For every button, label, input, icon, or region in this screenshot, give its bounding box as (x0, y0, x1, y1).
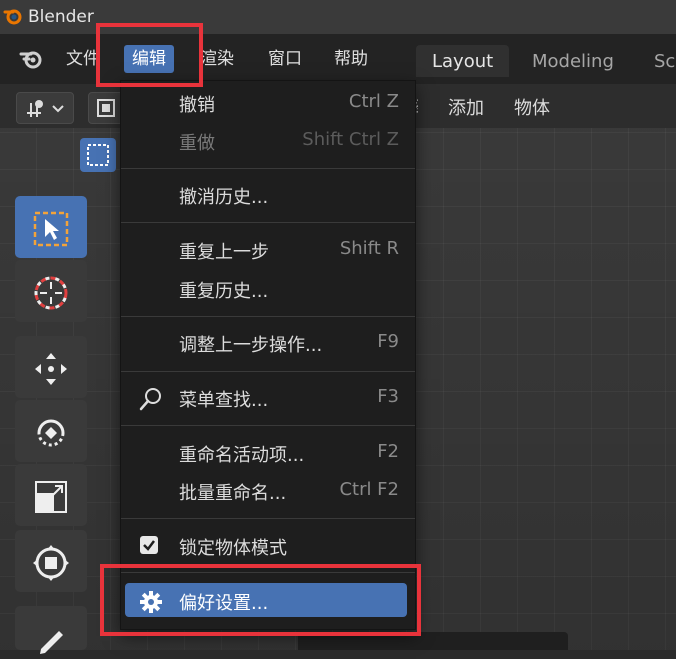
blender-logo-icon[interactable] (18, 45, 46, 73)
menu-item-label: 调整上一步操作... (179, 335, 323, 356)
menu-separator (121, 316, 415, 317)
tab-layout[interactable]: Layout (416, 45, 510, 77)
menu-item-label: 重做 (179, 133, 215, 154)
menu-item-menu-search[interactable]: 菜单查找... F3 (121, 380, 415, 414)
checkbox-checked-icon[interactable] (139, 535, 159, 555)
menu-item-shortcut: F2 (377, 441, 399, 462)
search-icon (139, 388, 161, 411)
scale-icon (35, 481, 67, 513)
menu-help[interactable]: 帮助 (326, 45, 376, 73)
menu-item-repeat-history[interactable]: 重复历史... (121, 271, 415, 305)
select-box-icon (87, 144, 109, 166)
menu-item-lock-object-modes[interactable]: 锁定物体模式 (121, 528, 415, 562)
tab-modeling[interactable]: Modeling (516, 45, 630, 77)
tool-annotate[interactable] (15, 606, 87, 654)
transform-icon (33, 545, 69, 581)
menu-item-shortcut: Ctrl Z (348, 91, 399, 112)
select-box-tool-icon (33, 211, 69, 247)
tool-cursor[interactable] (15, 260, 87, 322)
menu-item-redo[interactable]: 重做 Shift Ctrl Z (121, 123, 415, 157)
menu-separator (121, 222, 415, 223)
menu-item-label: 菜单查找... (179, 390, 269, 411)
transform-orientation-icon (27, 100, 64, 117)
highlight-box-edit-menu (96, 23, 203, 87)
tool-select-box[interactable] (15, 196, 87, 258)
rotate-icon (37, 419, 65, 447)
menu-separator (121, 168, 415, 169)
menu-separator (121, 371, 415, 372)
menu-item-shortcut: F9 (377, 331, 399, 352)
menu-item-label: 锁定物体模式 (179, 538, 287, 559)
menu-item-undo-history[interactable]: 撤消历史... (121, 177, 415, 211)
menu-item-label: 重复上一步 (179, 242, 269, 263)
menu-item-batch-rename[interactable]: 批量重命名... Ctrl F2 (121, 473, 415, 507)
menu-item-label: 重复历史... (179, 281, 269, 302)
menu-item-repeat-last[interactable]: 重复上一步 Shift R (121, 232, 415, 266)
mode-selector[interactable] (16, 92, 74, 124)
3d-cursor-icon (34, 276, 68, 310)
highlight-box-preferences (100, 564, 421, 636)
tool-move[interactable] (15, 336, 87, 398)
menu-item-shortcut: F3 (377, 386, 399, 407)
move-icon (35, 353, 67, 385)
menu-item-label: 撤消历史... (179, 187, 269, 208)
menu-item-rename-active[interactable]: 重命名活动项... F2 (121, 435, 415, 469)
menu-window[interactable]: 窗口 (260, 45, 310, 73)
menu-separator (121, 518, 415, 519)
pivot-icon (97, 99, 115, 117)
viewport-menu-add[interactable]: 添加 (448, 94, 484, 120)
transform-pivot-button[interactable] (88, 92, 124, 124)
menu-item-label: 批量重命名... (179, 483, 287, 504)
blender-logo-icon (3, 9, 22, 25)
tool-transform[interactable] (15, 530, 87, 592)
menu-item-shortcut: Ctrl F2 (339, 479, 399, 500)
pencil-icon (40, 631, 63, 654)
tool-rotate[interactable] (15, 400, 87, 462)
menu-item-shortcut: Shift Ctrl Z (302, 129, 399, 150)
tool-scale[interactable] (15, 464, 87, 526)
menu-item-adjust-last[interactable]: 调整上一步操作... F9 (121, 325, 415, 359)
window-title: Blender (28, 7, 94, 27)
menu-item-shortcut: Shift R (339, 238, 399, 259)
viewport-menu-object[interactable]: 物体 (514, 94, 550, 120)
select-box-mode-button[interactable] (80, 138, 116, 172)
menu-item-undo[interactable]: 撤销 Ctrl Z (121, 85, 415, 119)
menu-item-label: 重命名活动项... (179, 445, 305, 466)
tab-scripting[interactable]: Sc (638, 45, 676, 77)
edit-menu-dropdown: 撤销 Ctrl Z 重做 Shift Ctrl Z 撤消历史... 重复上一步 … (120, 80, 416, 630)
menu-item-label: 撤销 (179, 95, 215, 116)
menu-separator (121, 425, 415, 426)
